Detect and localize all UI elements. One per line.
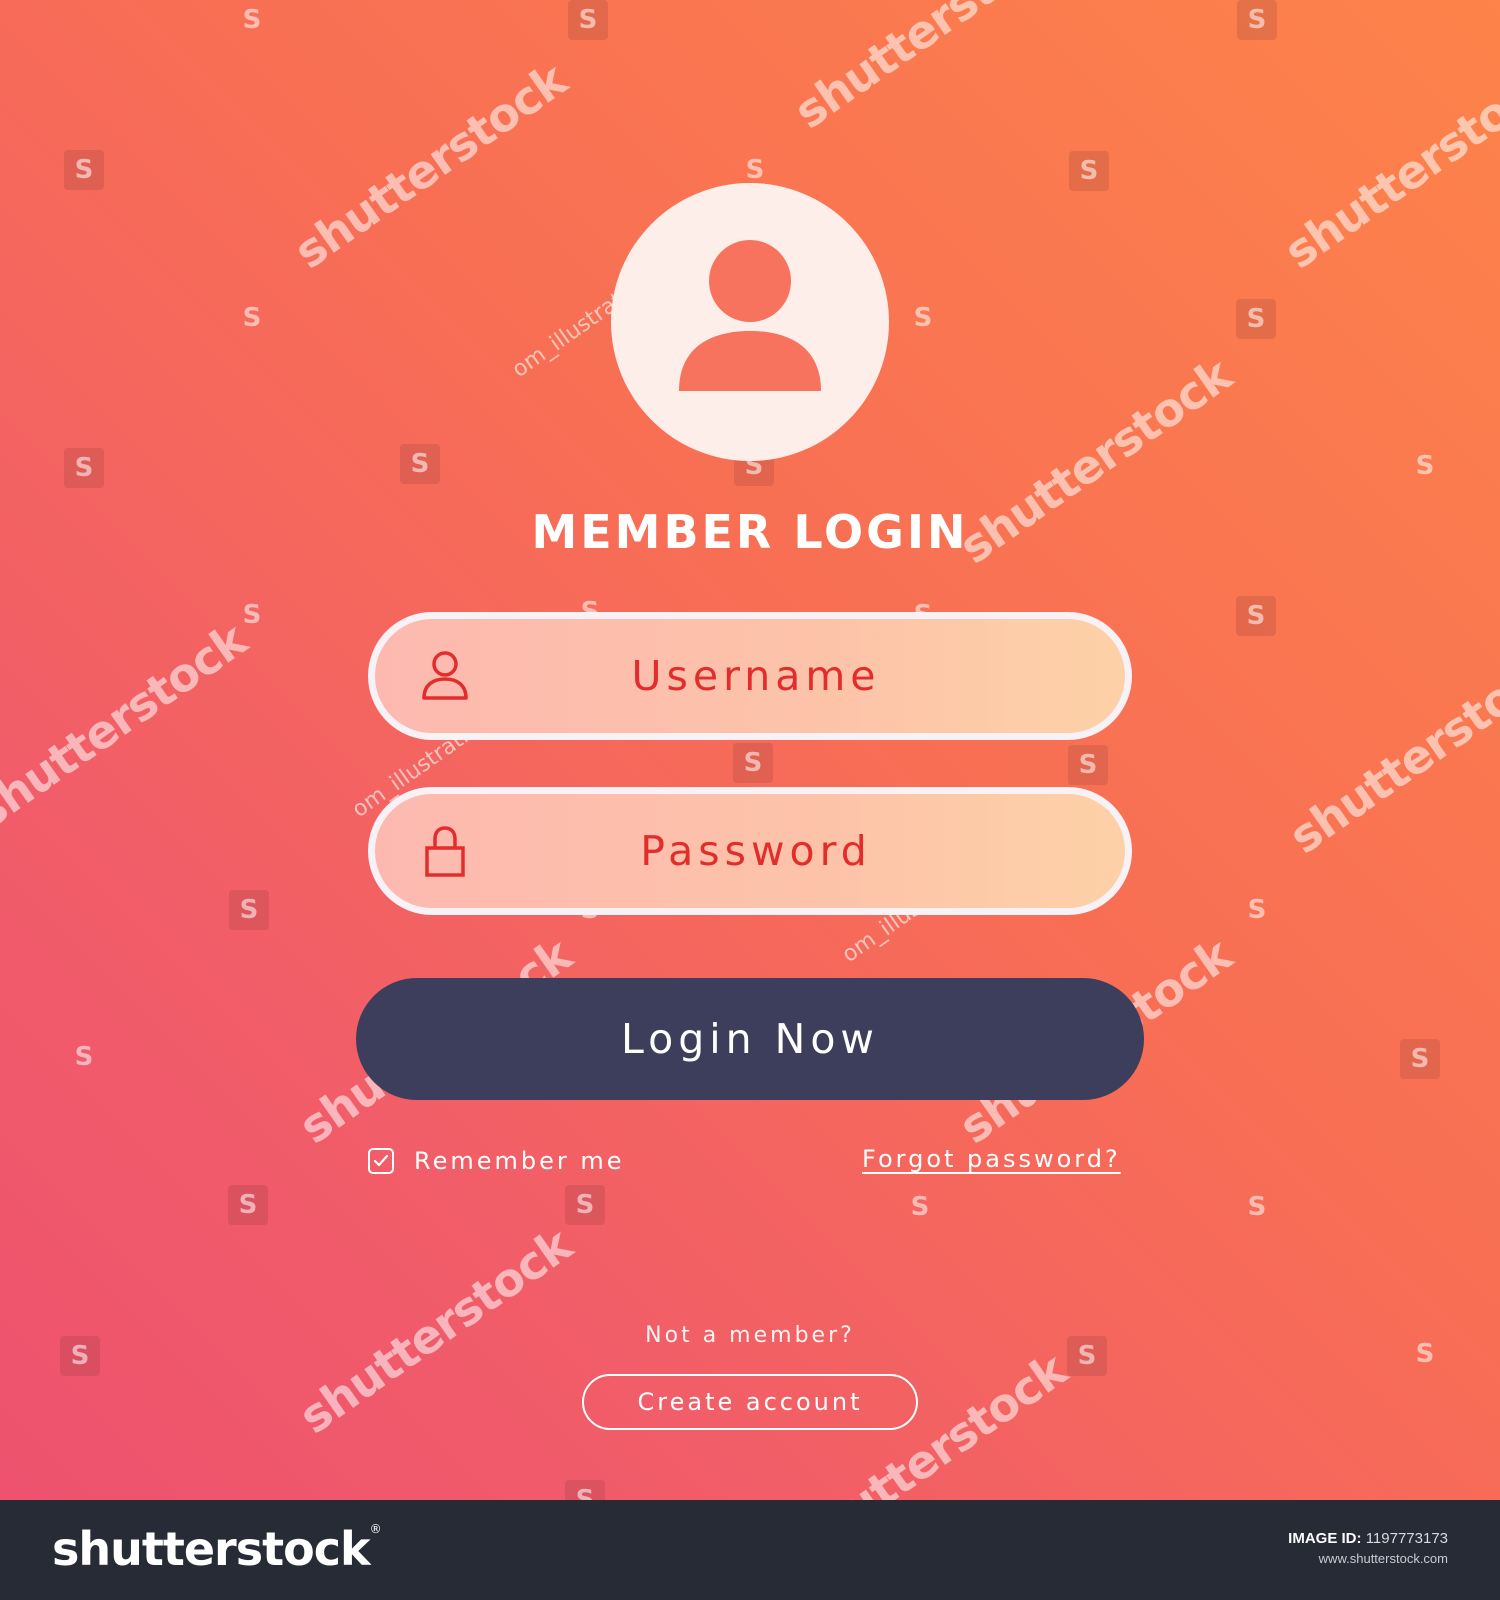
watermark-logo-icon: S xyxy=(733,743,773,783)
watermark-text: shutterstock xyxy=(1279,637,1500,865)
stock-footer: shutterstock® IMAGE ID: 1197773173 www.s… xyxy=(0,1500,1500,1600)
watermark-logo-icon: S xyxy=(1415,451,1435,481)
image-id-label: IMAGE ID: xyxy=(1288,1530,1362,1547)
login-button[interactable]: Login Now xyxy=(356,978,1144,1100)
registered-mark: ® xyxy=(369,1522,382,1536)
watermark-logo-icon: S xyxy=(64,448,104,488)
watermark-logo-icon: S xyxy=(1236,596,1276,636)
watermark-logo-icon: S xyxy=(400,444,440,484)
footer-url: www.shutterstock.com xyxy=(1318,1551,1448,1566)
watermark-logo-icon: S xyxy=(565,1480,605,1500)
watermark-logo-icon: S xyxy=(228,1185,268,1225)
watermark-logo-icon: S xyxy=(1068,745,1108,785)
watermark-logo-icon: S xyxy=(910,1192,930,1222)
page-title: MEMBER LOGIN xyxy=(531,505,969,559)
forgot-password-link[interactable]: Forgot password? xyxy=(862,1145,1121,1173)
username-placeholder: Username xyxy=(631,652,881,700)
watermark-logo-icon: S xyxy=(242,5,262,35)
signup-prompt: Not a member? xyxy=(645,1323,855,1348)
watermark-logo-icon: S xyxy=(913,303,933,333)
user-avatar-icon xyxy=(611,183,889,461)
watermark-logo-icon: S xyxy=(1400,1039,1440,1079)
watermark-text: shutterstock xyxy=(284,52,576,280)
watermark-logo-icon: S xyxy=(242,600,262,630)
watermark-text: shutterstock xyxy=(784,0,1076,140)
watermark-logo-icon: S xyxy=(229,890,269,930)
watermark-logo-icon: S xyxy=(74,1042,94,1072)
watermark-text: shutterstock xyxy=(1274,52,1500,280)
remember-label: Remember me xyxy=(414,1147,625,1175)
create-account-button[interactable]: Create account xyxy=(582,1374,918,1430)
remember-checkbox[interactable] xyxy=(368,1148,394,1174)
image-id: IMAGE ID: 1197773173 xyxy=(1288,1530,1448,1547)
watermark-text: shutterstock xyxy=(0,612,256,840)
password-field[interactable]: Password xyxy=(368,787,1132,915)
username-field[interactable]: Username xyxy=(368,612,1132,740)
footer-meta: IMAGE ID: 1197773173 www.shutterstock.co… xyxy=(1288,1530,1448,1566)
footer-logo-text: shutterstock xyxy=(52,1522,371,1576)
watermark-logo-icon: S xyxy=(568,0,608,40)
login-screen: shutterstock shutterstock shutterstock s… xyxy=(0,0,1500,1500)
remember-me[interactable]: Remember me xyxy=(368,1146,625,1176)
watermark-logo-icon: S xyxy=(1237,0,1277,40)
watermark-logo-icon: S xyxy=(1236,299,1276,339)
watermark-logo-icon: S xyxy=(242,303,262,333)
image-id-value: 1197773173 xyxy=(1365,1530,1448,1547)
watermark-logo-icon: S xyxy=(64,150,104,190)
watermark-logo-icon: S xyxy=(1247,1192,1267,1222)
watermark-logo-icon: S xyxy=(1247,895,1267,925)
password-placeholder: Password xyxy=(640,827,872,875)
footer-logo: shutterstock® xyxy=(52,1522,382,1576)
watermark-logo-icon: S xyxy=(565,1185,605,1225)
user-avatar-glyph xyxy=(679,240,821,391)
checkmark-icon xyxy=(373,1154,389,1167)
watermark-logo-icon: S xyxy=(1069,151,1109,191)
